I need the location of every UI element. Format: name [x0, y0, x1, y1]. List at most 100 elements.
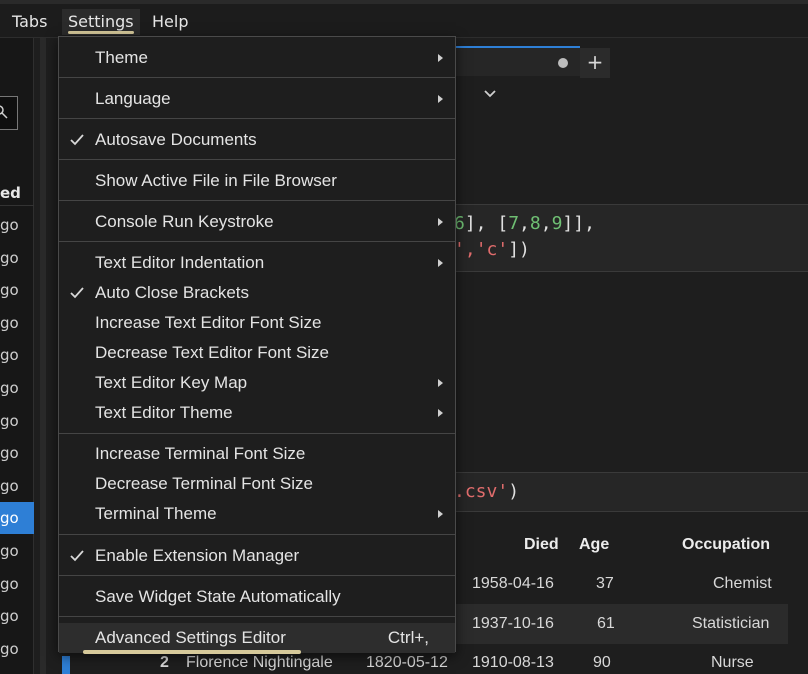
- menu-separator: [59, 534, 455, 535]
- code-number: 8: [529, 213, 541, 234]
- table-cell-age: 61: [597, 615, 615, 632]
- main-left-strip: [40, 38, 46, 674]
- code-cell[interactable]: .csv'): [454, 472, 808, 512]
- table-cell-occupation: Chemist: [713, 575, 772, 592]
- menu-separator: [59, 575, 455, 576]
- menu-item-enable-extension-manager[interactable]: Enable Extension Manager: [59, 541, 455, 571]
- check-icon: [70, 287, 84, 299]
- menu-settings-label: Settings: [68, 12, 134, 31]
- file-list-item[interactable]: go: [0, 307, 34, 339]
- file-search-input[interactable]: [0, 96, 18, 130]
- menu-item-label: Advanced Settings Editor: [95, 628, 286, 647]
- menu-item-increase-editor-font[interactable]: Increase Text Editor Font Size: [59, 308, 455, 338]
- menu-settings[interactable]: Settings: [62, 9, 140, 35]
- menu-item-label: Auto Close Brackets: [95, 283, 250, 302]
- file-list-item[interactable]: go: [0, 242, 34, 274]
- menu-item-advanced-settings-editor[interactable]: Advanced Settings Editor Ctrl+,: [59, 623, 455, 653]
- menu-separator: [59, 241, 455, 242]
- file-list-item[interactable]: go: [0, 372, 34, 404]
- menu-item-text-editor-theme[interactable]: Text Editor Theme: [59, 398, 455, 428]
- menu-item-decrease-editor-font[interactable]: Decrease Text Editor Font Size: [59, 338, 455, 368]
- code-number: 9: [551, 213, 563, 234]
- highlight-underline: [83, 650, 301, 654]
- menu-item-language[interactable]: Language: [59, 84, 455, 114]
- add-tab-button[interactable]: +: [580, 48, 610, 78]
- file-list-item[interactable]: go: [0, 339, 34, 371]
- chevron-down-icon[interactable]: [482, 86, 498, 102]
- document-tab[interactable]: [454, 46, 580, 76]
- menu-item-text-editor-key-map[interactable]: Text Editor Key Map: [59, 368, 455, 398]
- settings-menu: Theme Language Autosave Documents Show A…: [58, 36, 456, 654]
- file-list-item[interactable]: go: [0, 502, 34, 535]
- table-row: 1958-04-16 37 Chemist: [454, 564, 788, 604]
- menu-item-label: Text Editor Key Map: [95, 373, 248, 392]
- table-cell-age: 90: [593, 654, 611, 671]
- menu-tabs[interactable]: Tabs: [6, 9, 53, 35]
- file-list-item[interactable]: go: [0, 535, 34, 567]
- menu-item-label: Terminal Theme: [95, 504, 217, 523]
- file-list-item[interactable]: go: [0, 209, 34, 241]
- table-cell-born: 1820-05-12: [366, 654, 448, 671]
- code-line: 6], [7,8,9]],: [454, 211, 595, 237]
- code-comma: ,: [519, 213, 530, 234]
- file-list-item[interactable]: go: [0, 405, 34, 437]
- menu-help[interactable]: Help: [146, 9, 194, 35]
- unsaved-dot-icon[interactable]: [558, 58, 568, 68]
- menu-item-theme[interactable]: Theme: [59, 43, 455, 73]
- menu-item-shortcut: Ctrl+,: [387, 628, 429, 647]
- search-icon: [0, 105, 8, 119]
- submenu-arrow-icon: [438, 95, 443, 103]
- code-text: ): [508, 481, 520, 502]
- menu-item-terminal-theme[interactable]: Terminal Theme: [59, 499, 455, 529]
- file-list-item[interactable]: go: [0, 633, 34, 665]
- file-browser-sidebar: ed go go go go go go go go go go go go go go: [0, 38, 34, 674]
- menu-item-label: Theme: [95, 48, 148, 67]
- table-header-died: Died: [524, 536, 559, 553]
- submenu-arrow-icon: [438, 510, 443, 518]
- submenu-arrow-icon: [438, 259, 443, 267]
- menu-item-increase-terminal-font[interactable]: Increase Terminal Font Size: [59, 439, 455, 469]
- file-list-item[interactable]: go: [0, 568, 34, 600]
- table-cell-age: 37: [596, 575, 614, 592]
- file-list-item[interactable]: go: [0, 470, 34, 502]
- submenu-arrow-icon: [438, 54, 443, 62]
- code-comma: ,: [540, 213, 552, 234]
- menu-item-label: Show Active File in File Browser: [95, 171, 337, 190]
- menu-item-text-editor-indentation[interactable]: Text Editor Indentation: [59, 248, 455, 278]
- file-list-item[interactable]: go: [0, 437, 34, 469]
- table-header-age: Age: [579, 536, 610, 553]
- sidebar-column-header[interactable]: ed: [0, 180, 34, 206]
- code-string: 'c': [475, 239, 509, 260]
- menu-item-save-widget-state[interactable]: Save Widget State Automatically: [59, 582, 455, 612]
- table-cell-name: Florence Nightingale: [186, 654, 333, 671]
- code-cell[interactable]: 6], [7,8,9]], ','c']): [454, 204, 808, 272]
- menu-settings-underline: [68, 31, 134, 34]
- menu-item-decrease-terminal-font[interactable]: Decrease Terminal Font Size: [59, 469, 455, 499]
- table-row: 1937-10-16 61 Statistician: [454, 604, 788, 644]
- file-list-item[interactable]: go: [0, 274, 34, 306]
- menu-item-auto-close-brackets[interactable]: Auto Close Brackets: [59, 278, 455, 308]
- check-icon: [70, 134, 84, 146]
- code-text: ], [: [464, 213, 509, 234]
- menu-item-console-run-keystroke[interactable]: Console Run Keystroke: [59, 207, 455, 237]
- menu-item-label: Decrease Text Editor Font Size: [95, 343, 330, 362]
- submenu-arrow-icon: [438, 218, 443, 226]
- submenu-arrow-icon: [438, 409, 443, 417]
- file-list-item[interactable]: go: [0, 600, 34, 632]
- code-text: ]): [508, 239, 530, 260]
- menu-item-label: Language: [95, 89, 171, 108]
- code-number: 7: [508, 213, 520, 234]
- table-cell-occupation: Statistician: [692, 615, 770, 632]
- menu-item-show-active-file[interactable]: Show Active File in File Browser: [59, 166, 455, 196]
- menu-item-label: Increase Terminal Font Size: [95, 444, 306, 463]
- submenu-arrow-icon: [438, 379, 443, 387]
- menu-item-label: Enable Extension Manager: [95, 546, 300, 565]
- table-cell-index: 2: [160, 654, 169, 671]
- menubar: Tabs Settings Help: [0, 0, 808, 38]
- table-row-partial: 2 Florence Nightingale 1820-05-12 1910-0…: [60, 652, 754, 674]
- menu-separator: [59, 159, 455, 160]
- menu-separator: [59, 118, 455, 119]
- check-icon: [70, 550, 84, 562]
- code-string-fragment: ',: [454, 239, 476, 260]
- menu-item-autosave[interactable]: Autosave Documents: [59, 125, 455, 155]
